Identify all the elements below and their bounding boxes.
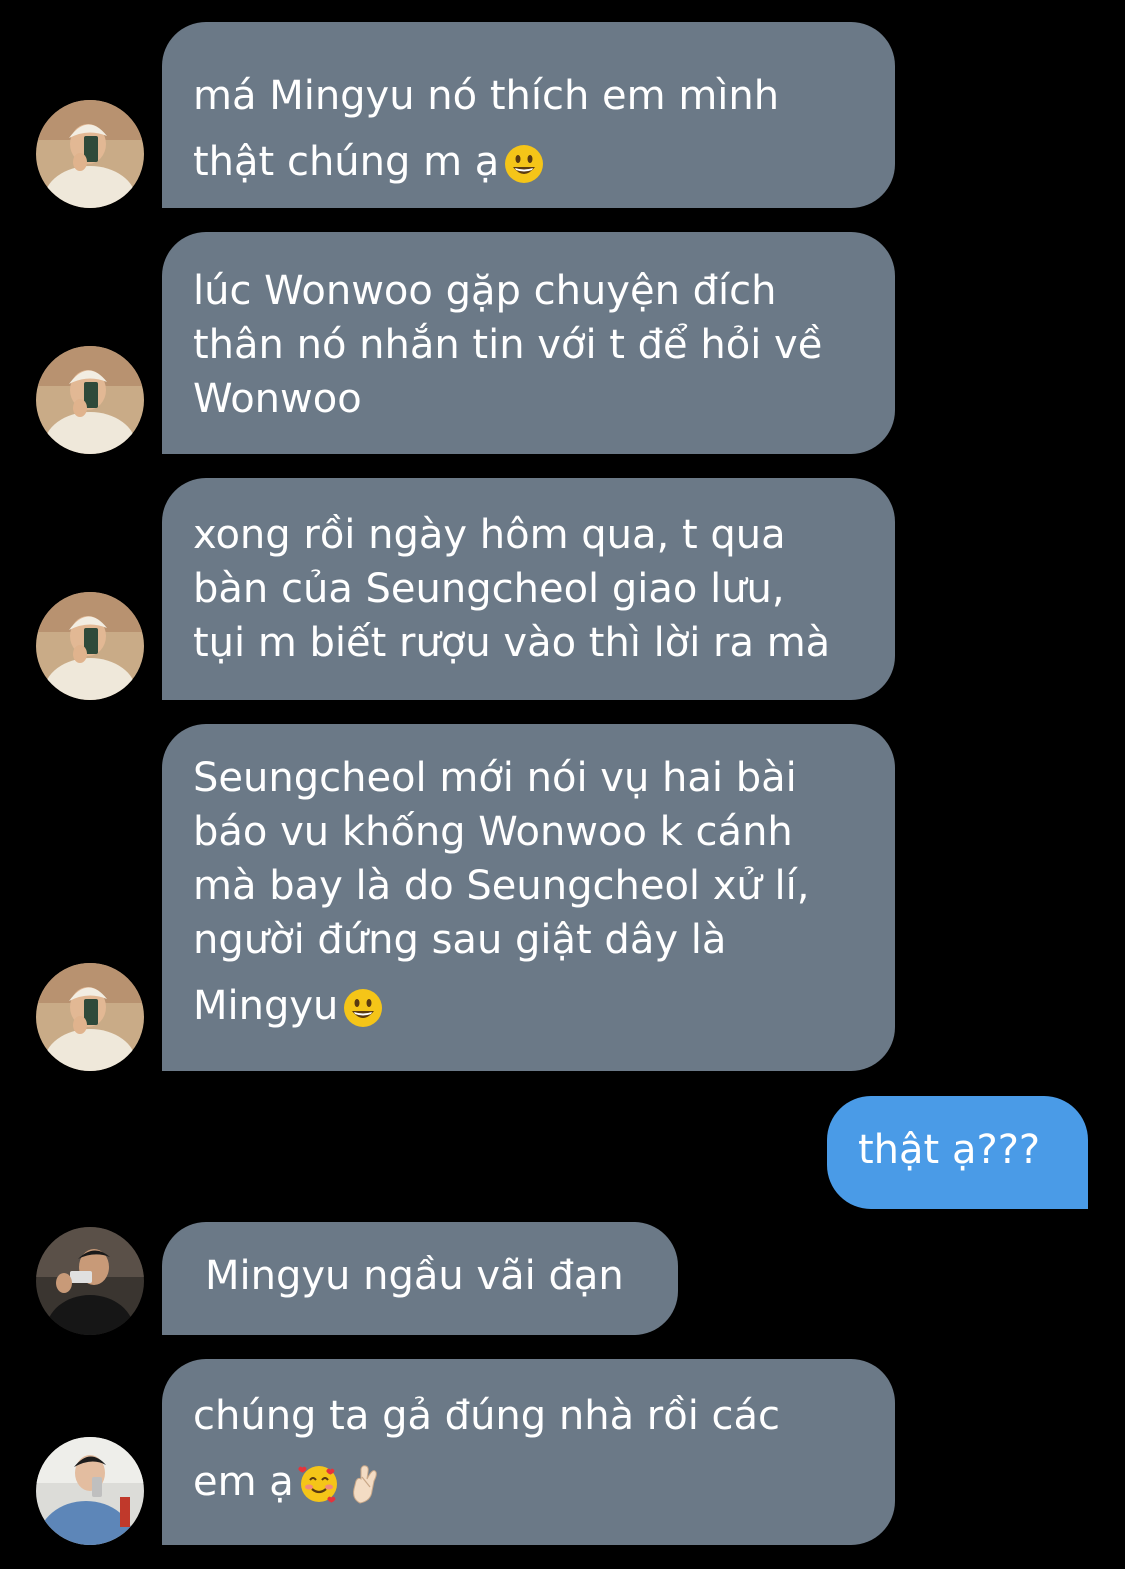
avatar-beanie-selfie-icon [36, 346, 144, 454]
grinning-face-emoji [342, 987, 384, 1029]
avatar[interactable] [36, 592, 144, 700]
grinning-face-emoji [503, 143, 545, 185]
message-line: Wonwoo [193, 376, 362, 422]
message-line: thật ạ??? [858, 1127, 1041, 1173]
message-line: báo vu khống Wonwoo k cánh [193, 809, 793, 855]
message-line: người đứng sau giật dây là [193, 917, 727, 963]
message-line: bàn của Seungcheol giao lưu, [193, 566, 785, 612]
message-line: thật chúng m ạ [193, 135, 855, 189]
avatar[interactable] [36, 1437, 144, 1545]
avatar[interactable] [36, 100, 144, 208]
message-bubble-4[interactable]: Seungcheol mới nói vụ hai bài báo vu khố… [162, 724, 895, 1071]
message-line: chúng ta gả đúng nhà rồi các [193, 1393, 781, 1439]
message-line: mà bay là do Seungcheol xử lí, [193, 863, 810, 909]
avatar-denim-jacket-selfie-icon [36, 1437, 144, 1545]
message-line: Mingyu [193, 979, 855, 1033]
message-bubble-3[interactable]: xong rồi ngày hôm qua, t qua bàn của Seu… [162, 478, 895, 700]
message-line: tụi m biết rượu vào thì lời ra mà [193, 620, 831, 666]
message-bubble-1[interactable]: má Mingyu nó thích em mình thật chúng m … [162, 22, 895, 208]
message-line: lúc Wonwoo gặp chuyện đích [193, 268, 777, 314]
avatar-black-shirt-selfie-icon [36, 1227, 144, 1335]
message-line: em ạ [193, 1455, 855, 1509]
message-bubble-outgoing[interactable]: thật ạ??? [827, 1096, 1088, 1209]
avatar[interactable] [36, 1227, 144, 1335]
message-bubble-6[interactable]: Mingyu ngầu vãi đạn [162, 1222, 678, 1335]
smiling-face-with-hearts-emoji [298, 1463, 340, 1505]
crossed-fingers-emoji [344, 1463, 386, 1505]
avatar-beanie-selfie-icon [36, 592, 144, 700]
avatar-beanie-selfie-icon [36, 100, 144, 208]
message-line: xong rồi ngày hôm qua, t qua [193, 512, 786, 558]
avatar[interactable] [36, 346, 144, 454]
message-line: thân nó nhắn tin với t để hỏi về [193, 322, 823, 368]
message-line: má Mingyu nó thích em mình [193, 73, 780, 119]
message-line: Mingyu ngầu vãi đạn [205, 1253, 624, 1299]
message-line: Seungcheol mới nói vụ hai bài [193, 755, 797, 801]
avatar-beanie-selfie-icon [36, 963, 144, 1071]
message-bubble-7[interactable]: chúng ta gả đúng nhà rồi các em ạ [162, 1359, 895, 1545]
avatar[interactable] [36, 963, 144, 1071]
message-bubble-2[interactable]: lúc Wonwoo gặp chuyện đích thân nó nhắn … [162, 232, 895, 454]
